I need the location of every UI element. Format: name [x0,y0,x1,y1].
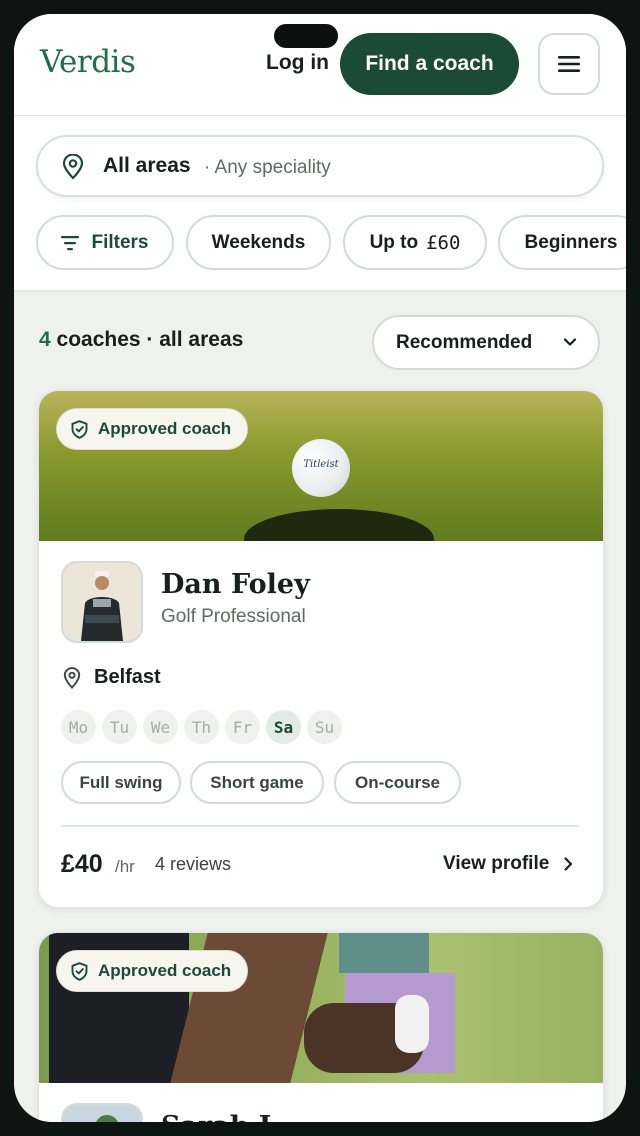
golf-ball: Titleist [292,439,350,497]
search-location-value: All areas [103,154,191,177]
coach-portrait [63,1105,141,1122]
login-link[interactable]: Log in [266,51,329,75]
price-limit-chip[interactable]: Up to £60 [343,215,487,270]
approved-badge-label: Approved coach [98,961,232,980]
coach-card[interactable]: Approved coach Sarah L [38,932,604,1122]
search-section: All areas · Any speciality Filters Weeke… [14,116,626,292]
avatar [61,1103,143,1122]
camera-notch [274,24,338,48]
coach-cover-image: Titleist Approved coach [39,391,603,541]
approved-badge: Approved coach [56,408,249,450]
find-coach-button[interactable]: Find a coach [340,33,519,95]
map-pin-icon [63,667,81,689]
golf-ball-brand: Titleist [303,459,339,470]
approved-badge-label: Approved coach [98,419,232,438]
map-pin-icon [62,154,84,180]
day-monday: Mo [61,710,96,744]
chevron-right-icon [564,857,573,871]
search-speciality-value: · Any speciality [204,157,331,178]
weekends-chip-label: Weekends [211,231,306,253]
chevron-down-icon [563,338,577,346]
day-friday: Fr [225,710,260,744]
day-wednesday: We [143,710,178,744]
coach-location: Belfast [94,666,161,688]
results-count-suffix: coaches · all areas [56,328,244,351]
brand-logo[interactable]: Verdis [40,44,136,80]
results-count-number: 4 [39,328,51,351]
filters-chip-label: Filters [91,231,149,253]
device-frame: Verdis Log in Find a coach All areas · A… [0,0,640,1136]
coach-price: £40 [61,850,103,878]
coach-portrait [63,563,141,641]
avatar [61,561,143,643]
beginners-chip-label: Beginners [524,231,618,253]
coach-role: Golf Professional [161,606,306,627]
day-tuesday: Tu [102,710,137,744]
sort-dropdown[interactable]: Recommended [372,315,600,370]
results-count: 4 coaches · all areas [39,328,243,352]
app-screen: Verdis Log in Find a coach All areas · A… [14,14,626,1122]
coach-price-unit: /hr [115,857,135,876]
hamburger-icon [558,56,580,72]
specialty-tag: Short game [190,761,324,804]
coach-card[interactable]: Titleist Approved coach Dan Foley Golf P… [38,390,604,908]
coach-reviews[interactable]: 4 reviews [155,854,231,875]
coach-name[interactable]: Sarah L [161,1111,278,1122]
photo-figure [339,933,429,973]
approved-badge: Approved coach [56,950,249,992]
filters-chip[interactable]: Filters [36,215,174,270]
shield-check-icon [71,961,88,981]
specialty-tag: On-course [334,761,461,804]
divider [61,825,579,827]
specialty-tag: Full swing [61,761,181,804]
photo-figure [395,995,429,1053]
day-sunday: Su [307,710,342,744]
view-profile-link[interactable]: View profile [443,853,549,875]
price-limit-chip-amount: £60 [426,231,461,254]
day-thursday: Th [184,710,219,744]
coach-name[interactable]: Dan Foley [161,569,310,600]
weekends-chip[interactable]: Weekends [186,215,331,270]
golf-hole [244,509,434,541]
price-limit-chip-label: Up to [369,231,419,253]
location-search-input[interactable]: All areas · Any speciality [36,135,604,197]
shield-check-icon [71,419,88,439]
coach-cover-image: Approved coach [39,933,603,1083]
day-saturday: Sa [266,710,301,744]
menu-button[interactable] [538,33,600,95]
sort-dropdown-value: Recommended [396,332,533,353]
beginners-chip[interactable]: Beginners [498,215,626,270]
filter-icon [61,235,80,250]
